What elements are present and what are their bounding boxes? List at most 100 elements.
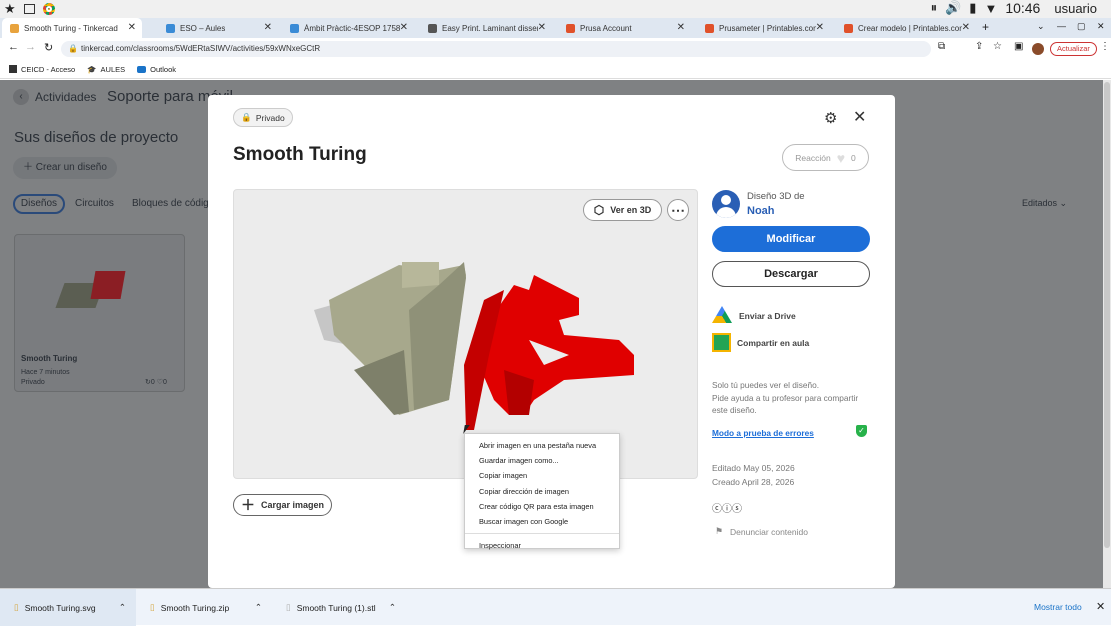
cube-icon: ⬡ [593,203,605,217]
new-tab-button[interactable]: + [982,20,989,34]
pause-icon[interactable]: ⏸ [931,0,938,16]
heart-icon: ♥ [836,149,845,166]
design-title: Smooth Turing [233,144,367,165]
update-button[interactable]: Actualizar [1050,42,1097,56]
tab-0[interactable]: Smooth Turing - Tinkercad ✕ [2,18,142,38]
menu-item-qr-code[interactable]: Crear código QR para esta imagen [465,499,619,514]
tab-label: Àmbit Pràctic-4ESOP 1758260... [304,23,400,33]
back-button[interactable]: ‹ [13,89,29,105]
download-item[interactable]: ▯ Smooth Turing (1).stl ⌃ [272,589,406,626]
chevron-up-icon[interactable]: ⌃ [255,602,262,613]
menu-item-inspect[interactable]: Inspeccionar [465,538,619,553]
star-icon[interactable]: ★ [4,1,16,17]
battery-icon[interactable]: ▮ [969,0,976,16]
menu-item-save-image[interactable]: Guardar imagen como... [465,453,619,468]
flag-icon[interactable]: ⚑ [715,526,723,537]
download-button[interactable]: Descargar [712,261,870,287]
close-tab-icon[interactable]: ✕ [962,22,970,33]
close-tab-icon[interactable]: ✕ [264,22,272,33]
sidebar-icon[interactable]: ▣ [1014,41,1023,52]
close-window-icon[interactable]: ✕ [1097,21,1105,32]
chevron-up-icon[interactable]: ⌃ [389,602,396,613]
creative-commons-icon[interactable]: ⓒⓘⓢ [712,500,742,515]
send-to-drive-link[interactable]: Enviar a Drive [739,311,796,321]
show-all-link[interactable]: Mostrar todo [1034,602,1082,612]
modify-button[interactable]: Modificar [712,226,870,252]
filter-designs[interactable]: Diseños [13,194,65,214]
window-icon[interactable] [23,4,35,14]
breadcrumb-activities[interactable]: Actividades [35,90,96,104]
reaction-button[interactable]: Reacción ♥ 0 [782,144,869,171]
error-proof-link[interactable]: Modo a prueba de errores [712,428,814,438]
filter-circuits[interactable]: Circuitos [75,198,114,209]
close-tab-icon[interactable]: ✕ [816,22,824,33]
upload-image-button[interactable]: ＋ Cargar imagen [233,494,332,516]
design-card[interactable]: Smooth Turing Hace 7 minutos Privado ↻0 … [14,234,185,392]
bookmark-item[interactable]: Outlook [137,65,176,74]
bookmarks-bar: CEICD - Acceso 🎓 AULES Outlook [0,60,1111,79]
view-3d-button[interactable]: ⬡ Ver en 3D [583,199,662,221]
tab-2[interactable]: Àmbit Pràctic-4ESOP 1758260...✕ [282,18,414,38]
close-tab-icon[interactable]: ✕ [538,22,546,33]
tab-label: Prusa Account [580,23,632,33]
favicon-icon [428,23,437,33]
menu-icon[interactable]: ⋮ [1100,41,1110,52]
tab-6[interactable]: Crear modelo | Printables.com ✕ [836,18,976,38]
profile-avatar[interactable] [1032,43,1044,55]
maximize-icon[interactable]: ▢ [1077,21,1086,32]
chevron-up-icon[interactable]: ⌃ [119,602,126,613]
tab-4[interactable]: Prusa Account ✕ [558,18,691,38]
sort-dropdown[interactable]: Editados ⌄ [1022,198,1067,209]
shield-check-icon: ✓ [856,425,867,437]
tab-search-icon[interactable]: ⌄ [1037,21,1045,32]
volume-icon[interactable]: 🔊 [945,0,961,16]
author-name[interactable]: Noah [747,205,775,217]
more-options-button[interactable]: ⋯ [667,199,689,221]
tab-label: Easy Print. Laminant disseny... [442,23,538,33]
padlock-icon: 🔒 [241,112,252,122]
tab-1[interactable]: ESO – Aules ✕ [158,18,278,38]
address-bar: ← → ↻ 🔒 tinkercad.com/classrooms/5WdERta… [0,38,1111,60]
tab-label: Smooth Turing - Tinkercad [24,23,118,33]
report-content-link[interactable]: Denunciar contenido [730,527,808,537]
close-icon[interactable]: ✕ [853,107,866,127]
wifi-icon[interactable]: ▼ [984,1,997,16]
menu-item-open-new-tab[interactable]: Abrir imagen en una pestaña nueva [465,438,619,453]
menu-item-copy-address[interactable]: Copiar dirección de imagen [465,484,619,499]
reload-icon[interactable]: ↻ [44,41,53,54]
bookmark-item[interactable]: 🎓 AULES [87,65,125,74]
classroom-icon[interactable] [712,333,731,352]
page-scrollbar[interactable] [1103,80,1111,588]
tab-5[interactable]: Prusameter | Printables.com ✕ [697,18,830,38]
create-design-button[interactable]: ＋ Crear un diseño [13,157,117,179]
share-classroom-link[interactable]: Compartir en aula [737,338,809,348]
page-icon [9,65,17,73]
url-input[interactable]: 🔒 tinkercad.com/classrooms/5WdERtaSIWV/a… [61,41,931,57]
close-downloads-icon[interactable]: ✕ [1096,600,1105,613]
close-tab-icon[interactable]: ✕ [400,22,408,33]
forward-icon[interactable]: → [25,41,36,53]
download-item[interactable]: ▯ Smooth Turing.zip ⌃ [136,589,272,626]
extensions-icon[interactable]: ⧉ [938,41,945,52]
bookmark-star-icon[interactable]: ☆ [993,41,1002,52]
card-stats: ↻0 ♡0 [145,379,167,386]
system-bar: ★ ⏸ 🔊 ▮ ▼ 10:46 usuario [0,0,1111,18]
author-avatar[interactable] [712,190,740,218]
close-tab-icon[interactable]: ✕ [128,22,136,33]
download-item[interactable]: ▯ Smooth Turing.svg ⌃ [0,589,136,626]
downloads-bar: ▯ Smooth Turing.svg ⌃ ▯ Smooth Turing.zip ⌃ … [0,588,1111,626]
tab-3[interactable]: Easy Print. Laminant disseny...✕ [420,18,552,38]
bookmark-item[interactable]: CEICD - Acceso [9,65,75,74]
filter-codeblocks[interactable]: Bloques de código [132,198,214,209]
lock-icon: 🔒 [68,44,78,53]
minimize-icon[interactable]: — [1057,21,1066,31]
user-name[interactable]: usuario [1054,1,1097,16]
settings-gear-icon[interactable]: ⚙ [824,109,837,127]
chrome-icon[interactable] [42,3,55,15]
close-tab-icon[interactable]: ✕ [677,22,685,33]
menu-item-search-google[interactable]: Buscar imagen con Google [465,514,619,529]
section-title: Sus diseños de proyecto [14,129,179,146]
menu-item-copy-image[interactable]: Copiar imagen [465,468,619,483]
back-icon[interactable]: ← [8,41,19,53]
share-icon[interactable]: ⇪ [975,41,983,52]
